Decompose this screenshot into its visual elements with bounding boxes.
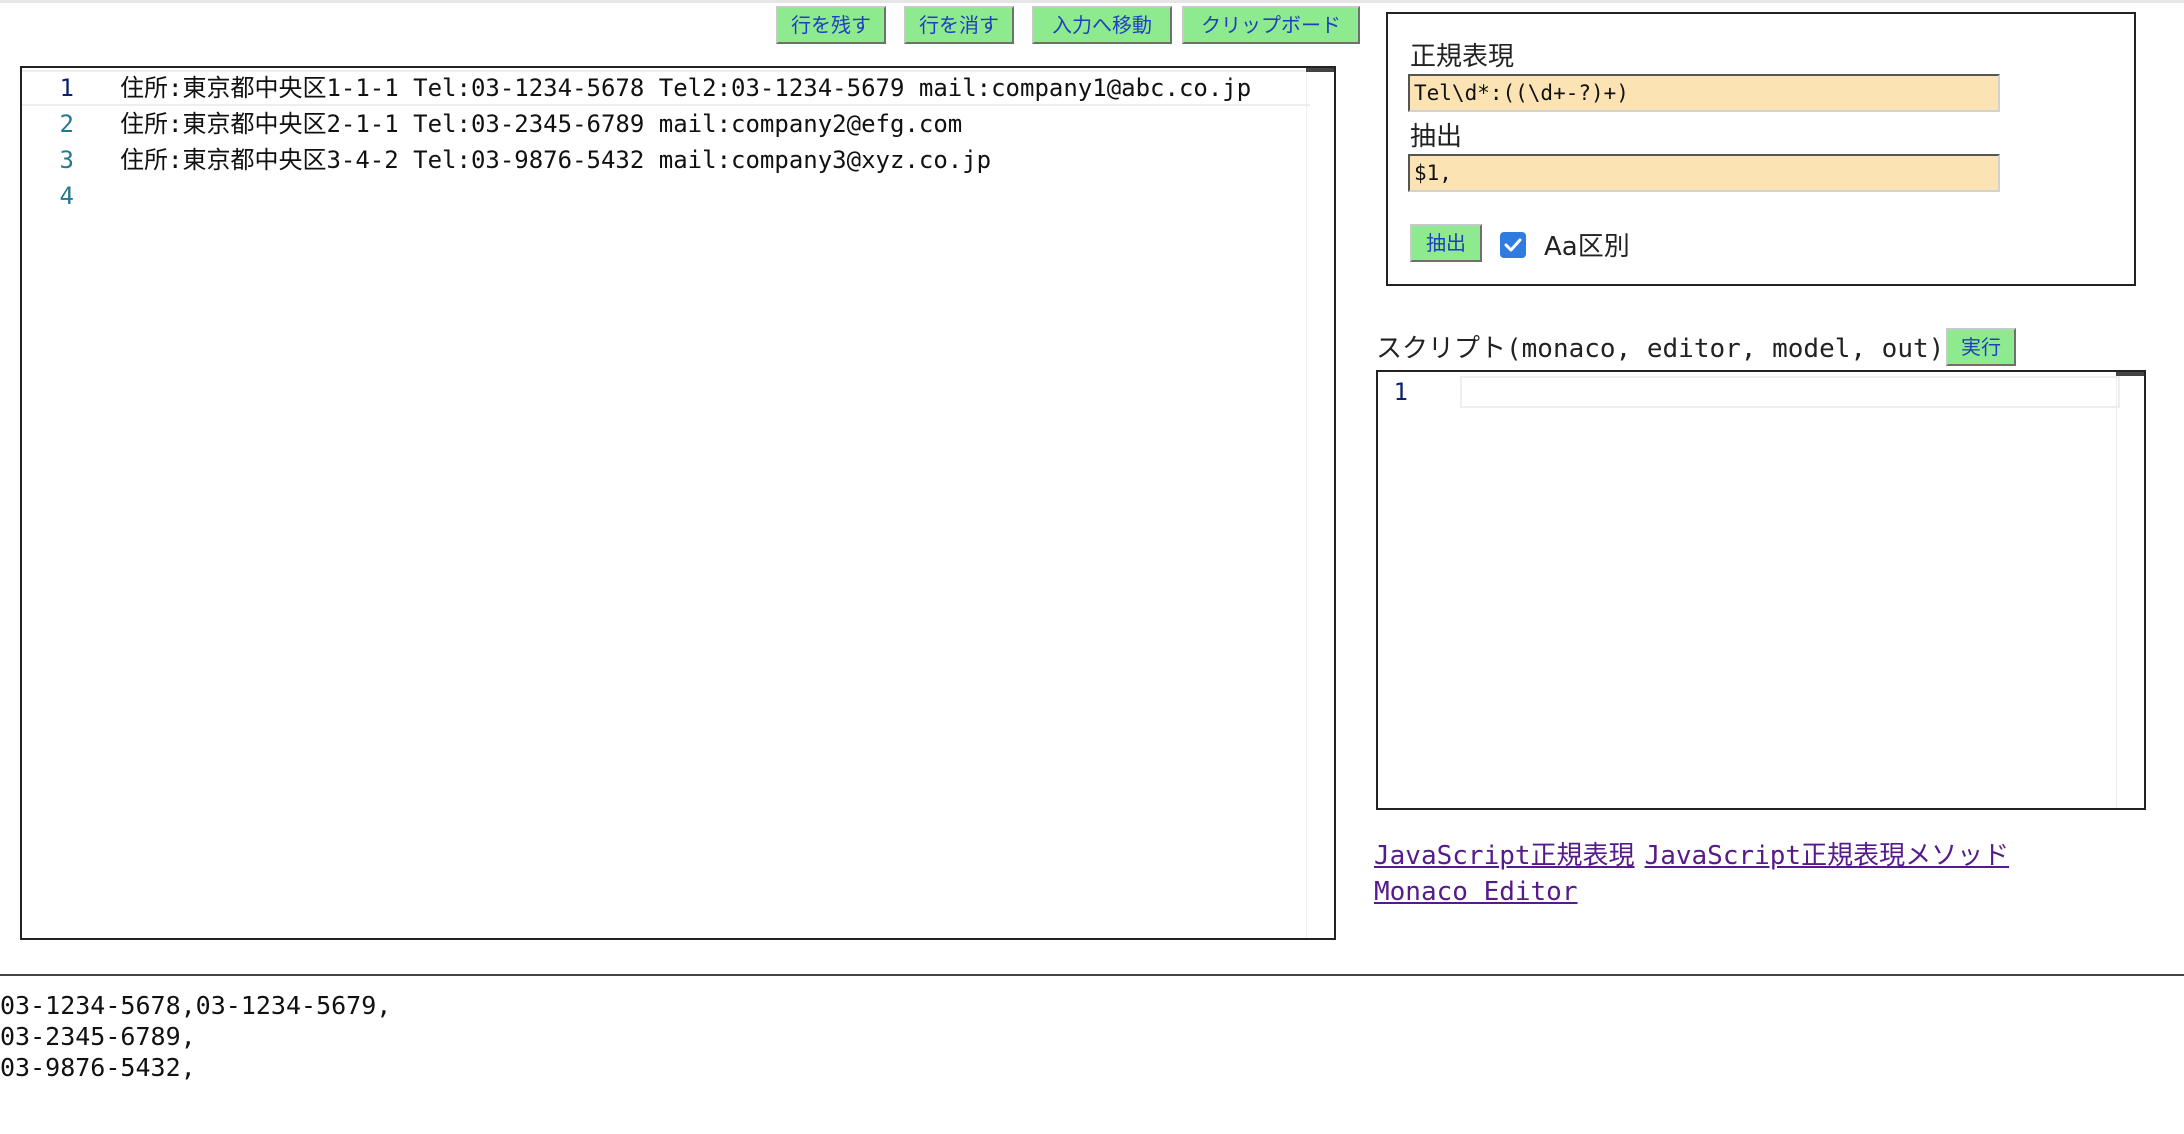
editor-line[interactable]: 1 <box>1378 374 2120 410</box>
link-monaco-editor[interactable]: Monaco Editor <box>1374 877 1578 907</box>
case-sensitive-checkbox[interactable] <box>1500 232 1526 258</box>
scrollbar-thumb[interactable] <box>2116 372 2144 376</box>
extract-input[interactable] <box>1408 154 2000 192</box>
move-to-input-button[interactable]: 入力へ移動 <box>1032 6 1172 44</box>
line-text: 住所:東京都中央区1-1-1 Tel:03-1234-5678 Tel2:03-… <box>120 74 1252 102</box>
top-rule <box>0 0 2184 3</box>
output-area: 03-1234-5678,03-1234-5679, 03-2345-6789, 0… <box>0 990 391 1083</box>
main-editor[interactable]: 1 住所:東京都中央区1-1-1 Tel:03-1234-5678 Tel2:0… <box>20 66 1336 940</box>
check-icon <box>1504 238 1522 252</box>
script-label: スクリプト(monaco, editor, model, out) <box>1376 334 1945 364</box>
regex-input[interactable] <box>1408 74 2000 112</box>
editor-line[interactable]: 3 住所:東京都中央区3-4-2 Tel:03-9876-5432 mail:c… <box>22 142 1310 178</box>
delete-lines-button[interactable]: 行を消す <box>904 6 1014 44</box>
line-text: 住所:東京都中央区3-4-2 Tel:03-9876-5432 mail:com… <box>120 146 992 174</box>
run-button[interactable]: 実行 <box>1946 328 2016 366</box>
vertical-scrollbar[interactable] <box>2116 372 2144 808</box>
output-line: 03-2345-6789, <box>0 1022 196 1051</box>
case-sensitive-label: Aa区別 <box>1544 232 1630 262</box>
editor-line[interactable]: 4 <box>22 178 1310 214</box>
keep-lines-button[interactable]: 行を残す <box>776 6 886 44</box>
line-number: 1 <box>1393 378 1408 406</box>
output-line: 03-9876-5432, <box>0 1053 196 1082</box>
line-text: 住所:東京都中央区2-1-1 Tel:03-2345-6789 mail:com… <box>120 110 963 138</box>
line-number: 4 <box>59 182 74 210</box>
line-number: 1 <box>59 74 74 102</box>
editor-line[interactable]: 2 住所:東京都中央区2-1-1 Tel:03-2345-6789 mail:c… <box>22 106 1310 142</box>
extract-button[interactable]: 抽出 <box>1410 224 1482 262</box>
line-number: 3 <box>59 146 74 174</box>
line-number: 2 <box>59 110 74 138</box>
output-divider <box>0 974 2184 976</box>
editor-line[interactable]: 1 住所:東京都中央区1-1-1 Tel:03-1234-5678 Tel2:0… <box>22 70 1310 106</box>
vertical-scrollbar[interactable] <box>1306 68 1334 938</box>
reference-links: JavaScript正規表現 JavaScript正規表現メソッド Monaco … <box>1374 838 2019 910</box>
link-js-regex[interactable]: JavaScript正規表現 <box>1374 841 1635 871</box>
regex-label: 正規表現 <box>1410 42 1515 72</box>
script-editor[interactable]: 1 <box>1376 370 2146 810</box>
regex-panel: 正規表現 抽出 抽出 Aa区別 <box>1386 12 2136 286</box>
output-line: 03-1234-5678,03-1234-5679, <box>0 991 392 1020</box>
clipboard-button[interactable]: クリップボード <box>1182 6 1360 44</box>
extract-label: 抽出 <box>1410 122 1463 152</box>
link-js-regex-methods[interactable]: JavaScript正規表現メソッド <box>1645 841 2010 871</box>
scrollbar-thumb[interactable] <box>1306 68 1334 72</box>
